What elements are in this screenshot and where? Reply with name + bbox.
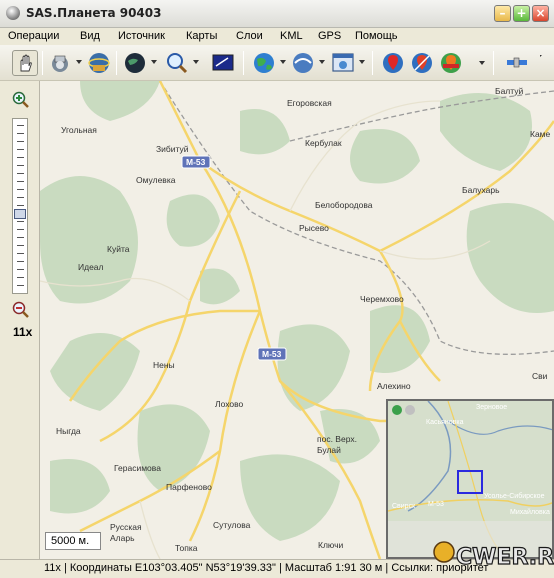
minimap-place-label: Зерновое [476, 404, 508, 411]
magnifier-icon [167, 53, 188, 74]
minimize-button[interactable]: – [494, 5, 511, 22]
globe-blue-button[interactable] [251, 50, 277, 76]
place-label: Черемхово [360, 294, 404, 304]
satellite-gps-button[interactable] [503, 50, 529, 76]
window-title: SAS.Планета 90403 [26, 6, 162, 20]
place-label: Угольная [61, 125, 97, 135]
location-icon [383, 53, 403, 73]
window-map-icon [332, 53, 354, 72]
zoom-slider[interactable] [12, 118, 28, 294]
app-icon [6, 6, 20, 20]
minimap-place-label: Свирск [392, 503, 416, 510]
highway-label: М-53 [262, 349, 282, 359]
hand-icon [20, 54, 32, 72]
place-label: Ныгда [56, 426, 81, 436]
menu-gps[interactable]: GPS [318, 30, 341, 42]
minimap-zoom-out-button[interactable] [405, 405, 415, 415]
place-label: Куйта [107, 244, 130, 254]
layers-window-button[interactable] [330, 50, 356, 76]
minimap-place-label: Усолье-Сибирское [484, 493, 545, 500]
minimap-zoom-in-button[interactable] [392, 405, 402, 415]
zoom-panel: 11x [0, 81, 40, 559]
globe-icon [254, 53, 274, 73]
place-label: Топка [175, 543, 198, 553]
watermark-logo: CWER.RU [433, 541, 554, 571]
place-label: Сви [532, 371, 548, 381]
minimize-icon: – [499, 6, 506, 20]
zoom-in-button[interactable] [12, 91, 30, 109]
place-label: Балтуй [495, 86, 524, 96]
watermark-text: CWER.RU [456, 545, 554, 570]
status-bar-left [0, 559, 40, 578]
title-bar: SAS.Планета 90403 – + × [0, 0, 554, 28]
menu-help[interactable]: Помощь [355, 30, 398, 42]
map-view[interactable]: Балтуй Егоровская Угольная Зибитуй Кербу… [40, 81, 554, 559]
place-label: пос. Верх. Булай [317, 434, 357, 455]
location-pin-button[interactable] [409, 50, 435, 76]
place-label: Омулевка [136, 175, 176, 185]
zoom-in-icon [12, 91, 29, 108]
globe-arrow-icon [293, 53, 313, 73]
zoom-level-label: 11x [13, 325, 33, 339]
minimap-place-label: Касьяновка [426, 419, 464, 426]
globe-network-icon [88, 53, 110, 73]
place-label: Алехино [377, 381, 411, 391]
map-view-button[interactable] [210, 50, 236, 76]
zoom-out-icon [12, 301, 29, 318]
zoom-slider-thumb[interactable] [14, 209, 26, 219]
watermark: CWER.RU [430, 530, 554, 578]
place-label: Нены [153, 360, 175, 370]
place-label: Ключи [318, 540, 344, 550]
maximize-button[interactable]: + [513, 5, 530, 22]
maximize-icon: + [516, 6, 527, 20]
highway-label: М-53 [186, 157, 206, 167]
menu-view[interactable]: Вид [80, 30, 100, 42]
place-label: Герасимова [114, 463, 161, 473]
place-label: Егоровская [287, 98, 332, 108]
hand-tool-button[interactable] [12, 50, 38, 76]
zoom-tool-button[interactable] [164, 50, 190, 76]
multi-pin-icon [441, 53, 461, 73]
location-multi-button[interactable] [438, 50, 464, 76]
menu-operations[interactable]: Операции [8, 30, 59, 42]
place-label: Балухарь [462, 185, 500, 195]
satellite-source-button[interactable] [47, 50, 73, 76]
scale-indicator: 5000 м. [45, 532, 101, 550]
dark-globe-icon [125, 53, 145, 73]
location-red-button[interactable] [380, 50, 406, 76]
menu-kml[interactable]: KML [280, 30, 303, 42]
place-label: Русская Аларь [110, 522, 142, 543]
pin-icon [412, 53, 432, 73]
menu-source[interactable]: Источник [118, 30, 165, 42]
map-globe-button[interactable] [122, 50, 148, 76]
place-label: Парфеново [166, 482, 212, 492]
minimap-place-label: Михайловка [510, 509, 550, 516]
globe-dark-button[interactable] [290, 50, 316, 76]
place-label: Зибитуй [156, 144, 189, 154]
toolbar [0, 45, 554, 81]
place-label: Рысево [299, 223, 329, 233]
menu-maps[interactable]: Карты [186, 30, 217, 42]
close-button[interactable]: × [532, 5, 549, 22]
place-label: Сутулова [213, 520, 251, 530]
menu-layers[interactable]: Слои [236, 30, 263, 42]
place-label: Лохово [215, 399, 244, 409]
map-screen-icon [212, 54, 234, 71]
close-icon: × [535, 6, 546, 20]
minimap-highway-label: М-53 [428, 501, 444, 508]
place-label: Идеал [78, 262, 104, 272]
place-label: Белобородова [315, 200, 373, 210]
place-label: Кербулак [305, 138, 342, 148]
place-label: Каме [530, 129, 551, 139]
satellite-icon [52, 55, 68, 72]
satellite-gps-icon [507, 57, 527, 68]
network-button[interactable] [86, 50, 112, 76]
zoom-out-button[interactable] [12, 301, 30, 319]
menu-bar: Операции Вид Источник Карты Слои KML GPS… [0, 28, 554, 45]
